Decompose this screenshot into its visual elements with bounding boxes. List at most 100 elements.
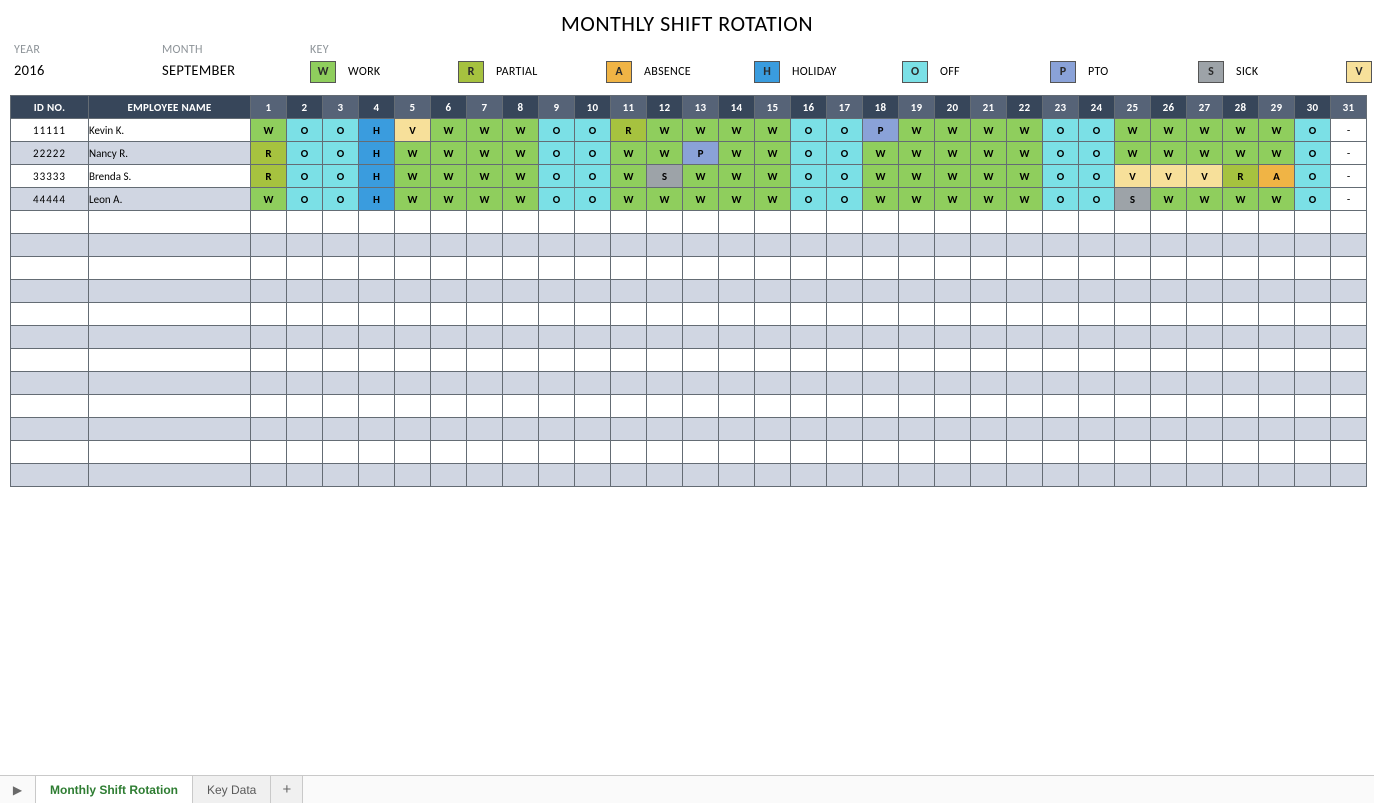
shift-cell[interactable]: W	[1007, 119, 1043, 142]
empty-cell[interactable]	[89, 349, 251, 372]
empty-cell[interactable]	[539, 464, 575, 487]
shift-cell[interactable]: H	[359, 188, 395, 211]
empty-cell[interactable]	[1115, 211, 1151, 234]
empty-cell[interactable]	[539, 349, 575, 372]
shift-cell[interactable]: V	[1151, 165, 1187, 188]
empty-cell[interactable]	[503, 211, 539, 234]
empty-cell[interactable]	[251, 464, 287, 487]
empty-cell[interactable]	[683, 441, 719, 464]
empty-cell[interactable]	[683, 257, 719, 280]
empty-cell[interactable]	[1223, 349, 1259, 372]
shift-cell[interactable]: R	[1223, 165, 1259, 188]
cell-id[interactable]: 22222	[11, 142, 89, 165]
shift-cell[interactable]: W	[503, 142, 539, 165]
empty-cell[interactable]	[287, 211, 323, 234]
empty-cell[interactable]	[539, 211, 575, 234]
empty-cell[interactable]	[575, 257, 611, 280]
empty-cell[interactable]	[719, 441, 755, 464]
empty-cell[interactable]	[1151, 211, 1187, 234]
empty-cell[interactable]	[323, 280, 359, 303]
empty-cell[interactable]	[863, 372, 899, 395]
empty-cell[interactable]	[683, 464, 719, 487]
empty-cell[interactable]	[539, 257, 575, 280]
empty-cell[interactable]	[899, 234, 935, 257]
empty-cell[interactable]	[503, 257, 539, 280]
empty-cell[interactable]	[1259, 326, 1295, 349]
empty-cell[interactable]	[89, 418, 251, 441]
empty-cell[interactable]	[359, 326, 395, 349]
empty-cell[interactable]	[1223, 303, 1259, 326]
empty-cell[interactable]	[1331, 234, 1367, 257]
shift-cell[interactable]: R	[611, 119, 647, 142]
shift-cell[interactable]: R	[251, 142, 287, 165]
empty-cell[interactable]	[89, 464, 251, 487]
empty-cell[interactable]	[287, 303, 323, 326]
empty-cell[interactable]	[1043, 441, 1079, 464]
cell-name[interactable]: Leon A.	[89, 188, 251, 211]
empty-cell[interactable]	[1079, 349, 1115, 372]
empty-cell[interactable]	[647, 303, 683, 326]
shift-cell[interactable]: O	[1043, 165, 1079, 188]
shift-cell[interactable]: O	[1079, 188, 1115, 211]
empty-cell[interactable]	[611, 418, 647, 441]
empty-cell[interactable]	[971, 303, 1007, 326]
empty-cell[interactable]	[755, 464, 791, 487]
empty-cell[interactable]	[683, 303, 719, 326]
empty-cell[interactable]	[611, 395, 647, 418]
empty-cell[interactable]	[467, 234, 503, 257]
empty-cell[interactable]	[791, 441, 827, 464]
shift-cell[interactable]: W	[899, 119, 935, 142]
shift-cell[interactable]: O	[1079, 165, 1115, 188]
empty-cell[interactable]	[1295, 280, 1331, 303]
empty-cell[interactable]	[1007, 257, 1043, 280]
empty-cell[interactable]	[467, 257, 503, 280]
empty-cell[interactable]	[11, 418, 89, 441]
empty-cell[interactable]	[935, 211, 971, 234]
empty-cell[interactable]	[791, 464, 827, 487]
empty-cell[interactable]	[611, 257, 647, 280]
shift-cell[interactable]: W	[1259, 142, 1295, 165]
empty-cell[interactable]	[395, 303, 431, 326]
empty-cell[interactable]	[863, 395, 899, 418]
shift-cell[interactable]: O	[1043, 119, 1079, 142]
empty-cell[interactable]	[395, 280, 431, 303]
empty-cell[interactable]	[539, 395, 575, 418]
empty-cell[interactable]	[791, 395, 827, 418]
empty-cell[interactable]	[1259, 395, 1295, 418]
shift-cell[interactable]: W	[1007, 165, 1043, 188]
shift-cell[interactable]: W	[1007, 142, 1043, 165]
cell-id[interactable]: 33333	[11, 165, 89, 188]
empty-cell[interactable]	[503, 464, 539, 487]
empty-cell[interactable]	[431, 257, 467, 280]
empty-cell[interactable]	[467, 303, 503, 326]
shift-cell[interactable]: W	[935, 188, 971, 211]
empty-cell[interactable]	[791, 326, 827, 349]
empty-cell[interactable]	[755, 280, 791, 303]
empty-cell[interactable]	[11, 234, 89, 257]
empty-cell[interactable]	[719, 257, 755, 280]
empty-cell[interactable]	[719, 303, 755, 326]
empty-cell[interactable]	[359, 464, 395, 487]
empty-cell[interactable]	[1007, 418, 1043, 441]
empty-cell[interactable]	[1151, 418, 1187, 441]
empty-cell[interactable]	[431, 418, 467, 441]
shift-cell[interactable]: O	[827, 165, 863, 188]
empty-cell[interactable]	[575, 464, 611, 487]
empty-cell[interactable]	[431, 349, 467, 372]
empty-cell[interactable]	[503, 280, 539, 303]
empty-cell[interactable]	[431, 464, 467, 487]
empty-cell[interactable]	[359, 257, 395, 280]
shift-cell[interactable]: W	[1151, 119, 1187, 142]
empty-cell[interactable]	[1259, 464, 1295, 487]
empty-cell[interactable]	[575, 234, 611, 257]
empty-cell[interactable]	[1007, 326, 1043, 349]
empty-cell[interactable]	[359, 395, 395, 418]
empty-cell[interactable]	[287, 372, 323, 395]
empty-cell[interactable]	[503, 441, 539, 464]
empty-cell[interactable]	[1223, 234, 1259, 257]
empty-cell[interactable]	[251, 257, 287, 280]
empty-cell[interactable]	[1223, 211, 1259, 234]
empty-cell[interactable]	[683, 418, 719, 441]
shift-cell[interactable]: H	[359, 119, 395, 142]
empty-cell[interactable]	[1115, 234, 1151, 257]
